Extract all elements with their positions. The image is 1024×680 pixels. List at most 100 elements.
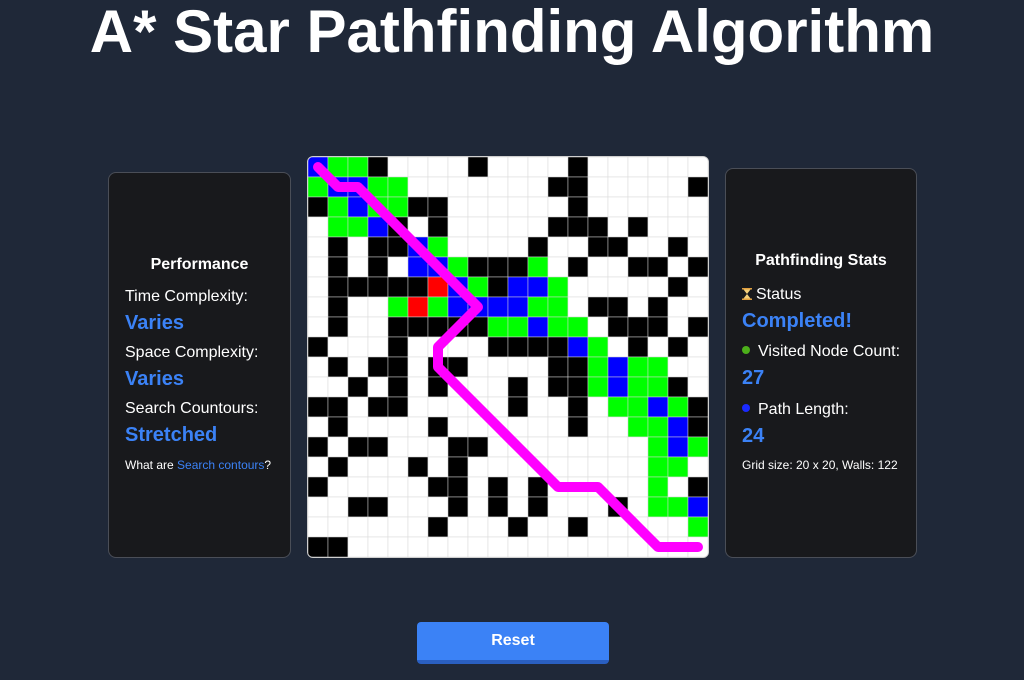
grid-canvas[interactable] <box>308 157 708 557</box>
wall-cell[interactable] <box>427 516 449 538</box>
empty-cell[interactable] <box>667 356 689 378</box>
wall-cell[interactable] <box>567 196 589 218</box>
path-cell[interactable] <box>667 436 689 458</box>
empty-cell[interactable] <box>627 276 649 298</box>
wall-cell[interactable] <box>587 216 609 238</box>
empty-cell[interactable] <box>467 516 489 538</box>
empty-cell[interactable] <box>367 296 389 318</box>
empty-cell[interactable] <box>607 416 629 438</box>
wall-cell[interactable] <box>347 276 369 298</box>
wall-cell[interactable] <box>367 276 389 298</box>
wall-cell[interactable] <box>467 157 489 178</box>
empty-cell[interactable] <box>308 516 329 538</box>
empty-cell[interactable] <box>407 496 429 518</box>
empty-cell[interactable] <box>587 436 609 458</box>
empty-cell[interactable] <box>507 236 529 258</box>
empty-cell[interactable] <box>347 476 369 498</box>
empty-cell[interactable] <box>587 456 609 478</box>
empty-cell[interactable] <box>467 456 489 478</box>
wall-cell[interactable] <box>387 316 409 338</box>
empty-cell[interactable] <box>327 516 349 538</box>
wall-cell[interactable] <box>667 336 689 358</box>
wall-cell[interactable] <box>667 376 689 398</box>
visited-cell[interactable] <box>327 196 349 218</box>
visited-cell[interactable] <box>547 316 569 338</box>
visited-cell[interactable] <box>387 176 409 198</box>
path-cell[interactable] <box>607 376 629 398</box>
wall-cell[interactable] <box>507 256 529 278</box>
empty-cell[interactable] <box>487 157 509 178</box>
empty-cell[interactable] <box>547 516 569 538</box>
empty-cell[interactable] <box>308 496 329 518</box>
empty-cell[interactable] <box>507 216 529 238</box>
empty-cell[interactable] <box>647 336 669 358</box>
wall-cell[interactable] <box>647 296 669 318</box>
empty-cell[interactable] <box>367 416 389 438</box>
empty-cell[interactable] <box>647 196 669 218</box>
visited-cell[interactable] <box>607 396 629 418</box>
visited-cell[interactable] <box>507 316 529 338</box>
wall-cell[interactable] <box>367 157 389 178</box>
wall-cell[interactable] <box>407 456 429 478</box>
wall-cell[interactable] <box>567 256 589 278</box>
empty-cell[interactable] <box>527 356 549 378</box>
empty-cell[interactable] <box>667 516 689 538</box>
empty-cell[interactable] <box>327 496 349 518</box>
empty-cell[interactable] <box>347 396 369 418</box>
wall-cell[interactable] <box>367 256 389 278</box>
empty-cell[interactable] <box>407 516 429 538</box>
wall-cell[interactable] <box>327 356 349 378</box>
empty-cell[interactable] <box>467 496 489 518</box>
empty-cell[interactable] <box>587 516 609 538</box>
wall-cell[interactable] <box>487 496 509 518</box>
empty-cell[interactable] <box>667 176 689 198</box>
empty-cell[interactable] <box>687 216 708 238</box>
wall-cell[interactable] <box>427 216 449 238</box>
wall-cell[interactable] <box>687 416 708 438</box>
empty-cell[interactable] <box>387 476 409 498</box>
empty-cell[interactable] <box>467 216 489 238</box>
empty-cell[interactable] <box>627 196 649 218</box>
empty-cell[interactable] <box>327 476 349 498</box>
wall-cell[interactable] <box>567 216 589 238</box>
empty-cell[interactable] <box>587 396 609 418</box>
empty-cell[interactable] <box>507 536 529 557</box>
empty-cell[interactable] <box>407 536 429 557</box>
empty-cell[interactable] <box>427 396 449 418</box>
empty-cell[interactable] <box>547 157 569 178</box>
path-cell[interactable] <box>607 356 629 378</box>
empty-cell[interactable] <box>407 416 429 438</box>
empty-cell[interactable] <box>347 296 369 318</box>
wall-cell[interactable] <box>607 316 629 338</box>
wall-cell[interactable] <box>327 236 349 258</box>
wall-cell[interactable] <box>327 416 349 438</box>
wall-cell[interactable] <box>367 396 389 418</box>
empty-cell[interactable] <box>387 456 409 478</box>
empty-cell[interactable] <box>687 296 708 318</box>
empty-cell[interactable] <box>547 196 569 218</box>
empty-cell[interactable] <box>467 176 489 198</box>
empty-cell[interactable] <box>547 416 569 438</box>
wall-cell[interactable] <box>687 256 708 278</box>
wall-cell[interactable] <box>427 476 449 498</box>
wall-cell[interactable] <box>347 436 369 458</box>
empty-cell[interactable] <box>427 436 449 458</box>
wall-cell[interactable] <box>687 476 708 498</box>
wall-cell[interactable] <box>387 336 409 358</box>
empty-cell[interactable] <box>367 336 389 358</box>
wall-cell[interactable] <box>387 396 409 418</box>
empty-cell[interactable] <box>467 476 489 498</box>
empty-cell[interactable] <box>367 456 389 478</box>
visited-cell[interactable] <box>647 456 669 478</box>
visited-cell[interactable] <box>347 157 369 178</box>
empty-cell[interactable] <box>527 376 549 398</box>
wall-cell[interactable] <box>308 476 329 498</box>
empty-cell[interactable] <box>687 336 708 358</box>
wall-cell[interactable] <box>327 276 349 298</box>
empty-cell[interactable] <box>308 296 329 318</box>
empty-cell[interactable] <box>667 316 689 338</box>
empty-cell[interactable] <box>607 436 629 458</box>
wall-cell[interactable] <box>567 416 589 438</box>
path-cell[interactable] <box>647 396 669 418</box>
visited-cell[interactable] <box>587 376 609 398</box>
